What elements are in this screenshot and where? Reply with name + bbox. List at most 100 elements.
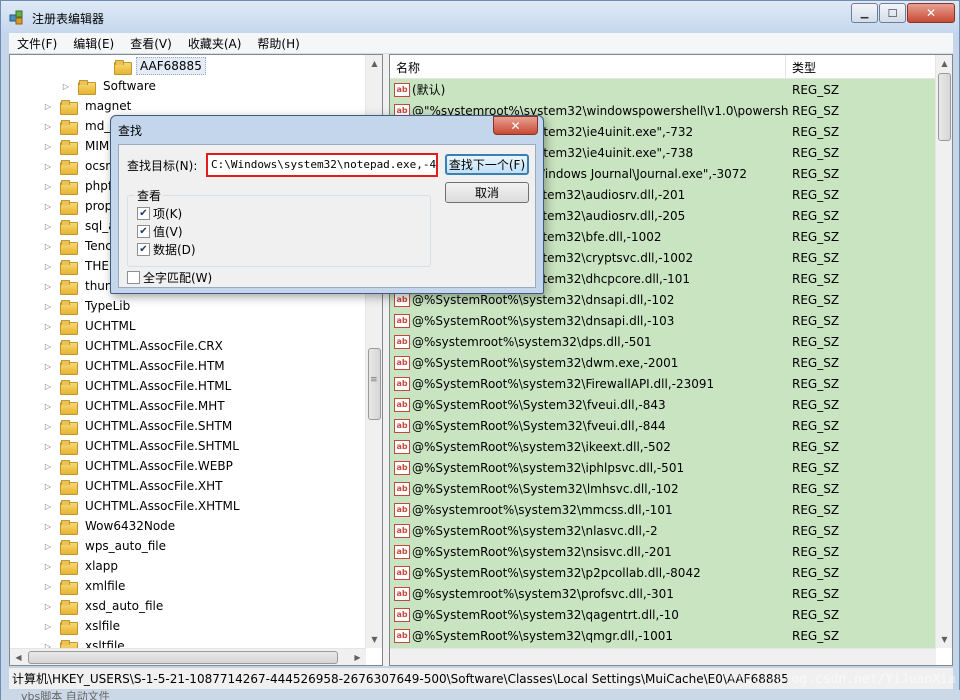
scroll-left-icon[interactable]: ◀: [10, 649, 27, 665]
expand-arrow-icon[interactable]: ▷: [42, 96, 54, 116]
match-whole-string-checkbox[interactable]: 全字匹配(W): [127, 269, 212, 286]
list-row[interactable]: ab @%SystemRoot%\System32\lmhsvc.dll,-102…: [390, 478, 936, 499]
expand-arrow-icon[interactable]: ▷: [42, 496, 54, 516]
minimize-button[interactable]: ▁: [851, 3, 878, 23]
scroll-up-icon[interactable]: ▲: [366, 55, 382, 72]
tree-item[interactable]: ▷ UCHTML.AssocFile.XHTML: [42, 496, 243, 516]
tree-item[interactable]: ▷ md_a: [42, 116, 121, 136]
scroll-up-icon[interactable]: ▲: [936, 55, 952, 72]
expand-arrow-icon[interactable]: ▷: [42, 316, 54, 336]
find-next-button[interactable]: 查找下一个(F): [445, 154, 529, 175]
expand-arrow-icon[interactable]: ▷: [42, 276, 54, 296]
list-row[interactable]: ab @%SystemRoot%\system32\qagentrt.dll,-1…: [390, 604, 936, 625]
list-row[interactable]: ab @%SystemRoot%\system32\ikeext.dll,-502…: [390, 436, 936, 457]
expand-arrow-icon[interactable]: ▷: [42, 476, 54, 496]
column-header-name[interactable]: 名称: [390, 55, 786, 79]
expand-arrow-icon[interactable]: ▷: [42, 216, 54, 236]
expand-arrow-icon[interactable]: ▷: [42, 416, 54, 436]
expand-arrow-icon[interactable]: ▷: [42, 176, 54, 196]
expand-arrow-icon[interactable]: ▷: [42, 596, 54, 616]
tree-item[interactable]: ▷ UCHTML.AssocFile.SHTM: [42, 416, 235, 436]
title-bar[interactable]: 注册表编辑器 ▁ ☐ ✕: [1, 1, 959, 33]
expand-arrow-icon[interactable]: ▷: [42, 616, 54, 636]
tree-item[interactable]: ▷ TypeLib: [42, 296, 133, 316]
expand-arrow-icon[interactable]: ▷: [42, 356, 54, 376]
list-vertical-scrollbar[interactable]: ▲ ▼: [935, 55, 952, 648]
expand-arrow-icon[interactable]: ▷: [42, 336, 54, 356]
list-row[interactable]: ab @%SystemRoot%\system32\dnsapi.dll,-103…: [390, 310, 936, 331]
look-at-values-checkbox[interactable]: ✔ 值(V): [137, 223, 183, 240]
expand-arrow-icon[interactable]: ▷: [42, 256, 54, 276]
list-row[interactable]: ab @%SystemRoot%\system32\iphlpsvc.dll,-5…: [390, 457, 936, 478]
expand-arrow-icon[interactable]: ▷: [42, 516, 54, 536]
menu-edit[interactable]: 编辑(E): [65, 35, 122, 52]
list-row[interactable]: ab @%systemroot%\system32\profsvc.dll,-30…: [390, 583, 936, 604]
checkbox-icon[interactable]: ✔: [137, 225, 150, 238]
checkbox-icon[interactable]: ✔: [137, 207, 150, 220]
tree-item[interactable]: ▷ UCHTML: [42, 316, 139, 336]
expand-arrow-icon[interactable]: ▷: [42, 396, 54, 416]
tree-item[interactable]: ▷ Software: [60, 76, 159, 96]
tree-item[interactable]: ▷ Wow6432Node: [42, 516, 178, 536]
expand-arrow-icon[interactable]: ▷: [60, 76, 72, 96]
tree-horizontal-scroll-thumb[interactable]: [28, 651, 338, 664]
find-what-input[interactable]: C:\Windows\system32\notepad.exe,-469: [206, 153, 438, 177]
list-horizontal-scrollbar[interactable]: [390, 648, 936, 665]
tree-item[interactable]: ▷ sql_a: [42, 216, 119, 236]
list-vertical-scroll-thumb[interactable]: [938, 73, 951, 141]
maximize-button[interactable]: ☐: [879, 3, 906, 23]
tree-horizontal-scrollbar[interactable]: ◀ ▶: [10, 648, 366, 665]
checkbox-icon[interactable]: ✔: [137, 243, 150, 256]
checkbox-icon[interactable]: [127, 271, 140, 284]
expand-arrow-icon[interactable]: ▷: [42, 376, 54, 396]
expand-arrow-icon[interactable]: ▷: [42, 576, 54, 596]
list-row[interactable]: ab @%systemroot%\system32\mmcss.dll,-101 R…: [390, 499, 936, 520]
tree-item[interactable]: ▷ xlapp: [42, 556, 121, 576]
tree-item[interactable]: AAF68885: [96, 56, 206, 76]
tree-item[interactable]: ▷ wps_auto_file: [42, 536, 169, 556]
list-row[interactable]: ab @%SystemRoot%\system32\nsisvc.dll,-201…: [390, 541, 936, 562]
column-header-type[interactable]: 类型: [786, 55, 936, 79]
list-row[interactable]: ab @%SystemRoot%\system32\FirewallAPI.dll…: [390, 373, 936, 394]
tree-item[interactable]: ▷ xsd_auto_file: [42, 596, 166, 616]
tree-item[interactable]: ▷ UCHTML.AssocFile.MHT: [42, 396, 228, 416]
list-row[interactable]: ab @%SystemRoot%\system32\qmgr.dll,-1001 R…: [390, 625, 936, 646]
menu-favorites[interactable]: 收藏夹(A): [180, 35, 250, 52]
scroll-right-icon[interactable]: ▶: [349, 649, 366, 665]
list-row[interactable]: ab @%systemroot%\system32\dps.dll,-501 REG…: [390, 331, 936, 352]
tree-item[interactable]: ▷ xslfile: [42, 616, 123, 636]
tree-item[interactable]: ▷ UCHTML.AssocFile.HTM: [42, 356, 228, 376]
tree-item[interactable]: ▷ UCHTML.AssocFile.CRX: [42, 336, 226, 356]
look-at-data-checkbox[interactable]: ✔ 数据(D): [137, 241, 196, 258]
tree-item[interactable]: ▷ UCHTML.AssocFile.SHTML: [42, 436, 242, 456]
expand-arrow-icon[interactable]: ▷: [42, 136, 54, 156]
expand-arrow-icon[interactable]: ▷: [42, 536, 54, 556]
expand-arrow-icon[interactable]: ▷: [42, 196, 54, 216]
tree-item[interactable]: ▷ magnet: [42, 96, 134, 116]
scroll-down-icon[interactable]: ▼: [936, 631, 952, 648]
tree-item[interactable]: ▷ xmlfile: [42, 576, 128, 596]
expand-arrow-icon[interactable]: ▷: [42, 156, 54, 176]
list-row[interactable]: ab @%SystemRoot%\System32\fveui.dll,-844 R…: [390, 415, 936, 436]
look-at-keys-checkbox[interactable]: ✔ 项(K): [137, 205, 182, 222]
close-button[interactable]: ✕: [907, 3, 955, 23]
scroll-down-icon[interactable]: ▼: [366, 631, 382, 648]
list-row[interactable]: ab @%SystemRoot%\System32\fveui.dll,-843 R…: [390, 394, 936, 415]
list-row[interactable]: ab @%SystemRoot%\system32\nlasvc.dll,-2 RE…: [390, 520, 936, 541]
expand-arrow-icon[interactable]: ▷: [42, 456, 54, 476]
list-row[interactable]: ab @%SystemRoot%\system32\p2pcollab.dll,-…: [390, 562, 936, 583]
expand-arrow-icon[interactable]: ▷: [42, 236, 54, 256]
cancel-button[interactable]: 取消: [445, 182, 529, 203]
tree-item[interactable]: ▷ UCHTML.AssocFile.WEBP: [42, 456, 236, 476]
list-row[interactable]: ab @%SystemRoot%\system32\dwm.exe,-2001 RE…: [390, 352, 936, 373]
tree-item[interactable]: ▷ UCHTML.AssocFile.HTML: [42, 376, 234, 396]
expand-arrow-icon[interactable]: ▷: [42, 556, 54, 576]
tree-item[interactable]: ▷ ocsm: [42, 156, 120, 176]
expand-arrow-icon[interactable]: [96, 56, 108, 76]
dialog-close-button[interactable]: ✕: [493, 116, 538, 135]
tree-item[interactable]: ▷ MIME: [42, 136, 120, 156]
menu-help[interactable]: 帮助(H): [249, 35, 307, 52]
expand-arrow-icon[interactable]: ▷: [42, 296, 54, 316]
menu-file[interactable]: 文件(F): [9, 35, 65, 52]
expand-arrow-icon[interactable]: ▷: [42, 116, 54, 136]
